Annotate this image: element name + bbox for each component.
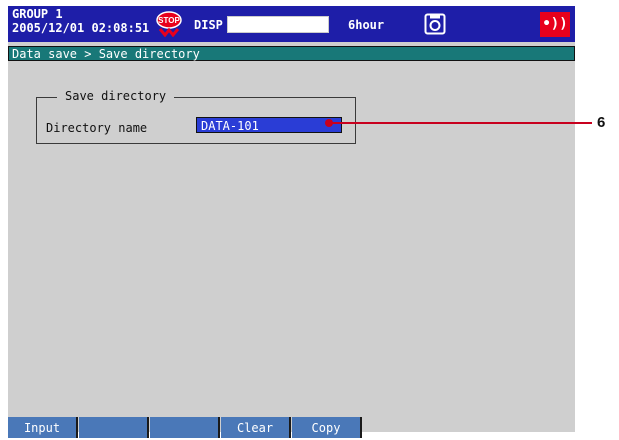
save-directory-group: Save directory Directory name DATA-101 xyxy=(36,89,356,144)
stop-icon: STOP xyxy=(156,11,182,38)
softkey-input[interactable]: Input xyxy=(8,417,78,438)
breadcrumb: Data save > Save directory xyxy=(8,46,575,61)
softkey-2[interactable] xyxy=(79,417,149,438)
alarm-icon[interactable]: •)) xyxy=(540,12,570,37)
softkey-bar: Input Clear Copy xyxy=(8,417,575,438)
softkey-3[interactable] xyxy=(150,417,220,438)
recorder-screen: GROUP 1 2005/12/01 02:08:51 STOP DISP 6h… xyxy=(8,6,575,438)
datetime-display: 2005/12/01 02:08:51 xyxy=(12,21,150,35)
disp-status-box xyxy=(227,16,329,33)
directory-name-label: Directory name xyxy=(46,121,148,135)
stop-icon-text: STOP xyxy=(158,16,180,25)
status-bar: GROUP 1 2005/12/01 02:08:51 STOP DISP 6h… xyxy=(8,6,575,42)
softkey-copy[interactable]: Copy xyxy=(292,417,362,438)
disp-label: DISP xyxy=(194,18,223,32)
memory-media-icon xyxy=(424,13,446,35)
directory-name-input[interactable]: DATA-101 xyxy=(196,117,342,133)
group-title[interactable]: GROUP 1 xyxy=(12,8,63,21)
save-directory-legend: Save directory xyxy=(57,89,175,103)
softkey-clear[interactable]: Clear xyxy=(221,417,291,438)
callout-line xyxy=(330,122,592,124)
callout-number: 6 xyxy=(597,114,606,131)
time-span-label: 6hour xyxy=(348,18,385,32)
